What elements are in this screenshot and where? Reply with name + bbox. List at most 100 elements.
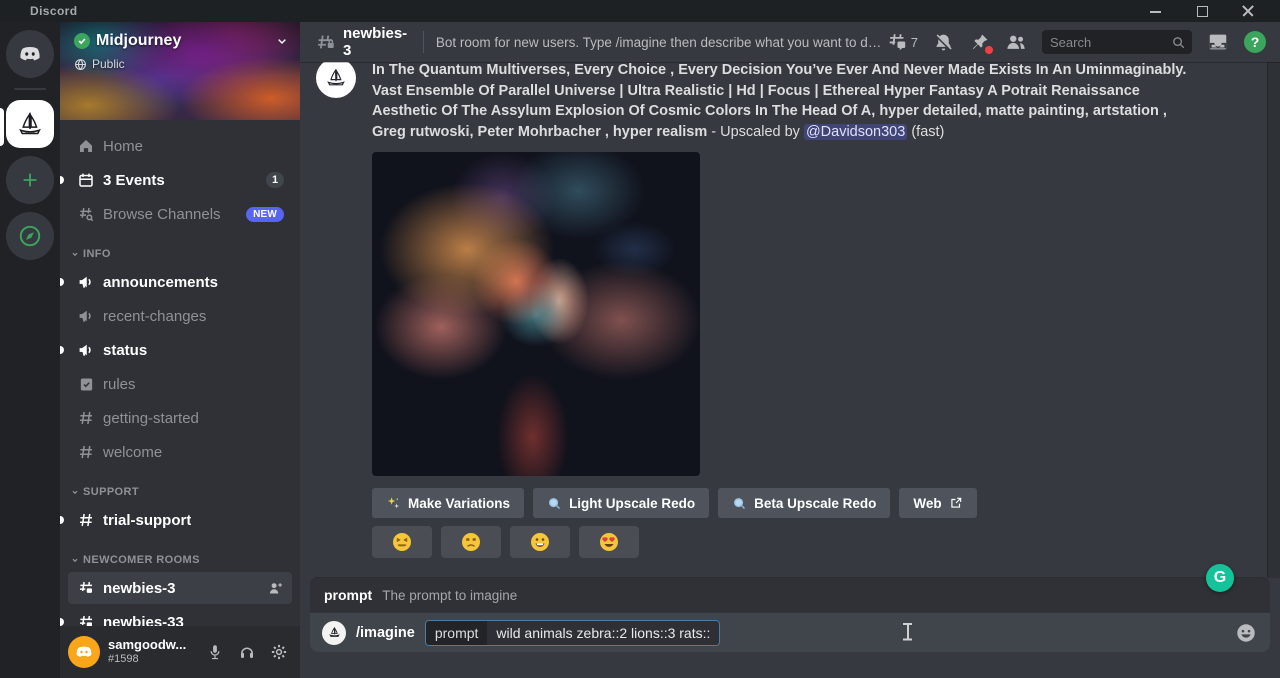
sidebar-item-events[interactable]: 3 Events 1 bbox=[68, 164, 292, 196]
grammarly-icon[interactable]: G bbox=[1206, 564, 1234, 592]
megaphone-icon bbox=[76, 306, 96, 326]
house-icon bbox=[76, 136, 96, 156]
inbox-button[interactable] bbox=[1207, 31, 1229, 53]
settings-button[interactable] bbox=[266, 639, 292, 665]
section-chevron-icon bbox=[70, 555, 80, 565]
calendar-icon bbox=[76, 170, 96, 190]
message-input[interactable]: /imagine prompt wild animals zebra::2 li… bbox=[310, 612, 1270, 652]
server-visibility: Public bbox=[92, 57, 125, 71]
confused-face-icon bbox=[461, 532, 481, 552]
help-button[interactable]: ? bbox=[1244, 31, 1266, 53]
action-buttons: Make Variations Light Upscale Redo Beta … bbox=[372, 488, 1202, 518]
reaction-grinning-face[interactable] bbox=[510, 526, 570, 558]
slash-command-autocomplete[interactable]: prompt The prompt to imagine bbox=[310, 578, 1270, 612]
section-support[interactable]: SUPPORT bbox=[70, 486, 292, 498]
prompt-option-pill[interactable]: prompt wild animals zebra::2 lions::3 ra… bbox=[425, 620, 721, 646]
new-badge: NEW bbox=[246, 207, 284, 222]
minimize-button[interactable] bbox=[1150, 5, 1162, 17]
server-banner[interactable]: Midjourney Public bbox=[60, 22, 300, 120]
sidebar-item-rules[interactable]: rules bbox=[68, 368, 292, 400]
search-placeholder: Search bbox=[1050, 35, 1171, 50]
sailboat-icon bbox=[327, 625, 342, 640]
reaction-confounded-face[interactable] bbox=[372, 526, 432, 558]
user-bar: samgoodw... #1598 bbox=[60, 626, 300, 678]
section-info[interactable]: INFO bbox=[70, 248, 292, 260]
external-link-icon bbox=[949, 496, 963, 510]
unread-indicator bbox=[60, 618, 64, 626]
sidebar-item-home[interactable]: Home bbox=[68, 130, 292, 162]
generated-image[interactable] bbox=[372, 152, 700, 476]
server-name: Midjourney bbox=[96, 32, 181, 50]
plus-icon bbox=[19, 169, 41, 191]
server-rail bbox=[0, 22, 60, 678]
emoji-picker-button[interactable] bbox=[1234, 621, 1258, 645]
username: samgoodw... bbox=[108, 638, 186, 653]
server-midjourney[interactable] bbox=[6, 100, 54, 148]
user-avatar[interactable] bbox=[68, 636, 100, 668]
search-input[interactable]: Search bbox=[1042, 30, 1192, 54]
add-server-button[interactable] bbox=[6, 156, 54, 204]
chat-scrollbar[interactable] bbox=[1267, 62, 1280, 578]
header-divider bbox=[423, 31, 424, 53]
microphone-icon bbox=[206, 643, 224, 661]
close-button[interactable] bbox=[1242, 5, 1254, 17]
midjourney-bot-avatar[interactable] bbox=[316, 62, 356, 98]
chevron-down-icon[interactable] bbox=[274, 33, 290, 49]
heart-eyes-face-icon bbox=[599, 532, 619, 552]
maximize-button[interactable] bbox=[1196, 5, 1208, 17]
section-newcomer-rooms[interactable]: NEWCOMER ROOMS bbox=[70, 554, 292, 566]
reaction-heart-eyes-face[interactable] bbox=[579, 526, 639, 558]
reaction-buttons bbox=[372, 526, 1202, 558]
sidebar-item-announcements[interactable]: announcements bbox=[68, 266, 292, 298]
megaphone-icon bbox=[76, 340, 96, 360]
deafen-button[interactable] bbox=[234, 639, 260, 665]
pinned-messages-button[interactable] bbox=[969, 32, 990, 53]
sidebar-item-getting-started[interactable]: getting-started bbox=[68, 402, 292, 434]
beta-upscale-redo-button[interactable]: Beta Upscale Redo bbox=[718, 488, 890, 518]
channel-list: Home 3 Events 1 Browse Channels NEW bbox=[60, 120, 300, 626]
user-mention[interactable]: @Davidson303 bbox=[804, 124, 907, 140]
events-count-badge: 1 bbox=[266, 172, 284, 188]
web-button[interactable]: Web bbox=[899, 488, 976, 518]
channel-topic[interactable]: Bot room for new users. Type /imagine th… bbox=[436, 35, 886, 50]
reaction-confused-face[interactable] bbox=[441, 526, 501, 558]
hash-icon bbox=[76, 510, 96, 530]
sidebar-item-welcome[interactable]: welcome bbox=[68, 436, 292, 468]
make-variations-button[interactable]: Make Variations bbox=[372, 488, 524, 518]
sidebar-item-browse-channels[interactable]: Browse Channels NEW bbox=[68, 198, 292, 230]
bell-slash-icon bbox=[933, 32, 954, 53]
unread-indicator bbox=[60, 346, 64, 354]
compass-icon bbox=[17, 223, 43, 249]
smiley-icon bbox=[1235, 622, 1257, 644]
sidebar-item-trial-support[interactable]: trial-support bbox=[68, 504, 292, 536]
discord-window: Discord bbox=[0, 0, 1280, 678]
mic-button[interactable] bbox=[202, 639, 228, 665]
threads-button[interactable]: 7 bbox=[886, 31, 918, 53]
grinning-face-icon bbox=[530, 532, 550, 552]
notification-settings-button[interactable] bbox=[933, 32, 954, 53]
members-icon bbox=[1005, 31, 1027, 53]
selected-server-indicator bbox=[0, 108, 4, 146]
option-value[interactable]: wild animals zebra::2 lions::3 rats:: bbox=[487, 621, 719, 645]
home-button[interactable] bbox=[6, 30, 54, 78]
sidebar-item-status[interactable]: status bbox=[68, 334, 292, 366]
sidebar-item-newbies-3[interactable]: newbies-3 bbox=[68, 572, 292, 604]
composer: G prompt The prompt to imagine /imagine … bbox=[300, 578, 1280, 678]
member-list-button[interactable] bbox=[1005, 31, 1027, 53]
verified-badge-icon bbox=[74, 33, 90, 49]
slash-command: /imagine bbox=[356, 625, 415, 641]
light-upscale-redo-button[interactable]: Light Upscale Redo bbox=[533, 488, 709, 518]
create-invite-icon[interactable] bbox=[267, 580, 284, 597]
rail-separator bbox=[14, 88, 46, 90]
hash-icon bbox=[76, 442, 96, 462]
unread-indicator bbox=[60, 278, 64, 286]
magnifier-icon bbox=[732, 496, 747, 511]
user-meta[interactable]: samgoodw... #1598 bbox=[108, 638, 186, 666]
question-mark-glyph: ? bbox=[1251, 34, 1260, 50]
sidebar-item-newbies-33[interactable]: newbies-33 bbox=[68, 606, 292, 626]
section-chevron-icon bbox=[70, 487, 80, 497]
explore-servers-button[interactable] bbox=[6, 212, 54, 260]
text-cursor bbox=[902, 623, 913, 642]
sidebar-item-recent-changes[interactable]: recent-changes bbox=[68, 300, 292, 332]
chat-area: In The Quantum Multiverses, Every Choice… bbox=[300, 62, 1280, 578]
